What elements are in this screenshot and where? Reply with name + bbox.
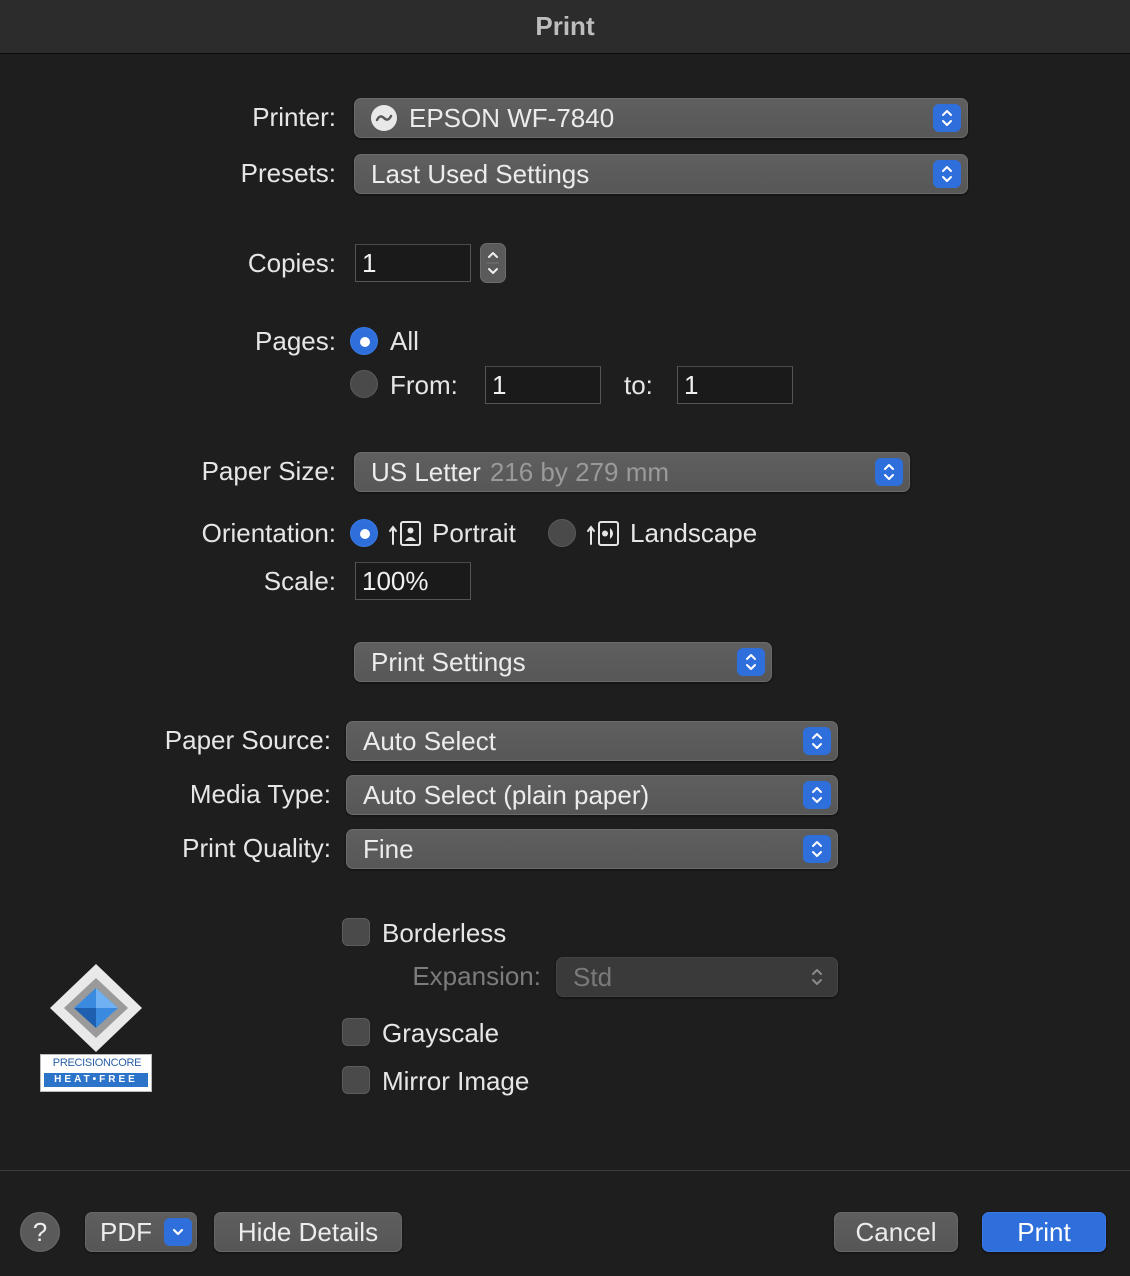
print-quality-value: Fine <box>363 833 414 864</box>
help-button[interactable]: ? <box>20 1212 60 1252</box>
paper-source-label: Paper Source: <box>164 725 331 755</box>
up-down-chevron-icon <box>803 963 831 991</box>
expansion-value: Std <box>573 961 613 992</box>
section-popup-value: Print Settings <box>371 646 526 677</box>
stepper-arrows-icon <box>487 252 499 274</box>
printer-status-icon <box>371 105 397 131</box>
landscape-icon <box>586 518 622 548</box>
borderless-label: Borderless <box>382 918 507 948</box>
printer-popup[interactable]: EPSON WF-7840 <box>354 98 968 138</box>
up-down-chevron-icon <box>803 835 831 863</box>
expansion-label: Expansion: <box>412 961 541 991</box>
paper-size-label: Paper Size: <box>201 456 336 486</box>
expansion-popup[interactable]: Std <box>556 957 838 997</box>
borderless-checkbox[interactable] <box>342 918 370 946</box>
paper-size-detail: 216 by 279 mm <box>489 456 670 487</box>
print-quality-label: Print Quality: <box>182 833 331 863</box>
precisioncore-badge: PRECISIONCORE HEAT•FREE <box>40 1054 152 1092</box>
pages-to-input[interactable]: 1 <box>677 366 793 404</box>
presets-popup[interactable]: Last Used Settings <box>354 154 968 194</box>
pages-from-input[interactable]: 1 <box>485 366 601 404</box>
footer-divider <box>0 1170 1130 1171</box>
chevron-down-icon <box>164 1218 192 1246</box>
scale-label: Scale: <box>263 566 336 596</box>
media-type-value: Auto Select (plain paper) <box>363 779 650 810</box>
print-button[interactable]: Print <box>982 1212 1106 1252</box>
up-down-chevron-icon <box>933 104 961 132</box>
orientation-landscape-label: Landscape <box>630 518 758 548</box>
pages-to-label: to: <box>624 370 653 400</box>
up-down-chevron-icon <box>933 160 961 188</box>
media-type-popup[interactable]: Auto Select (plain paper) <box>346 775 838 815</box>
paper-source-popup[interactable]: Auto Select <box>346 721 838 761</box>
printer-label: Printer: <box>252 102 336 132</box>
orientation-label: Orientation: <box>201 518 336 548</box>
pages-label: Pages: <box>255 326 336 356</box>
paper-source-value: Auto Select <box>363 725 496 756</box>
precisioncore-diamond-icon <box>50 964 142 1052</box>
up-down-chevron-icon <box>803 727 831 755</box>
up-down-chevron-icon <box>875 458 903 486</box>
print-quality-popup[interactable]: Fine <box>346 829 838 869</box>
mirror-image-checkbox[interactable] <box>342 1066 370 1094</box>
scale-input[interactable]: 100% <box>355 562 471 600</box>
copies-input[interactable]: 1 <box>355 244 471 282</box>
media-type-label: Media Type: <box>189 779 331 809</box>
grayscale-checkbox[interactable] <box>342 1018 370 1046</box>
up-down-chevron-icon <box>737 648 765 676</box>
pages-from-label: From: <box>390 370 458 400</box>
copies-label: Copies: <box>247 248 336 278</box>
presets-value: Last Used Settings <box>371 158 590 189</box>
copies-stepper[interactable] <box>480 243 506 283</box>
pdf-menu-button[interactable]: PDF <box>85 1212 197 1252</box>
pages-all-radio[interactable] <box>350 327 378 355</box>
orientation-portrait-radio[interactable] <box>350 519 378 547</box>
paper-size-value: US Letter <box>371 456 481 487</box>
pdf-label: PDF <box>100 1216 152 1247</box>
printer-value: EPSON WF-7840 <box>409 102 615 133</box>
orientation-landscape-radio[interactable] <box>548 519 576 547</box>
pages-from-radio[interactable] <box>350 370 378 398</box>
presets-label: Presets: <box>240 158 336 188</box>
mirror-image-label: Mirror Image <box>382 1066 530 1096</box>
title-bar: Print <box>0 0 1130 54</box>
orientation-portrait-label: Portrait <box>432 518 516 548</box>
up-down-chevron-icon <box>803 781 831 809</box>
hide-details-button[interactable]: Hide Details <box>214 1212 402 1252</box>
window-title: Print <box>535 11 595 41</box>
print-settings-section-popup[interactable]: Print Settings <box>354 642 772 682</box>
portrait-icon <box>388 518 424 548</box>
precisioncore-logo: PRECISIONCORE HEAT•FREE <box>40 962 152 1092</box>
logo-bottom-text: HEAT•FREE <box>44 1073 148 1087</box>
logo-top-text: PRECISIONCORE <box>52 1057 142 1069</box>
grayscale-label: Grayscale <box>382 1018 500 1048</box>
paper-size-popup[interactable]: US Letter 216 by 279 mm <box>354 452 910 492</box>
pages-all-label: All <box>390 326 419 356</box>
cancel-button[interactable]: Cancel <box>834 1212 958 1252</box>
